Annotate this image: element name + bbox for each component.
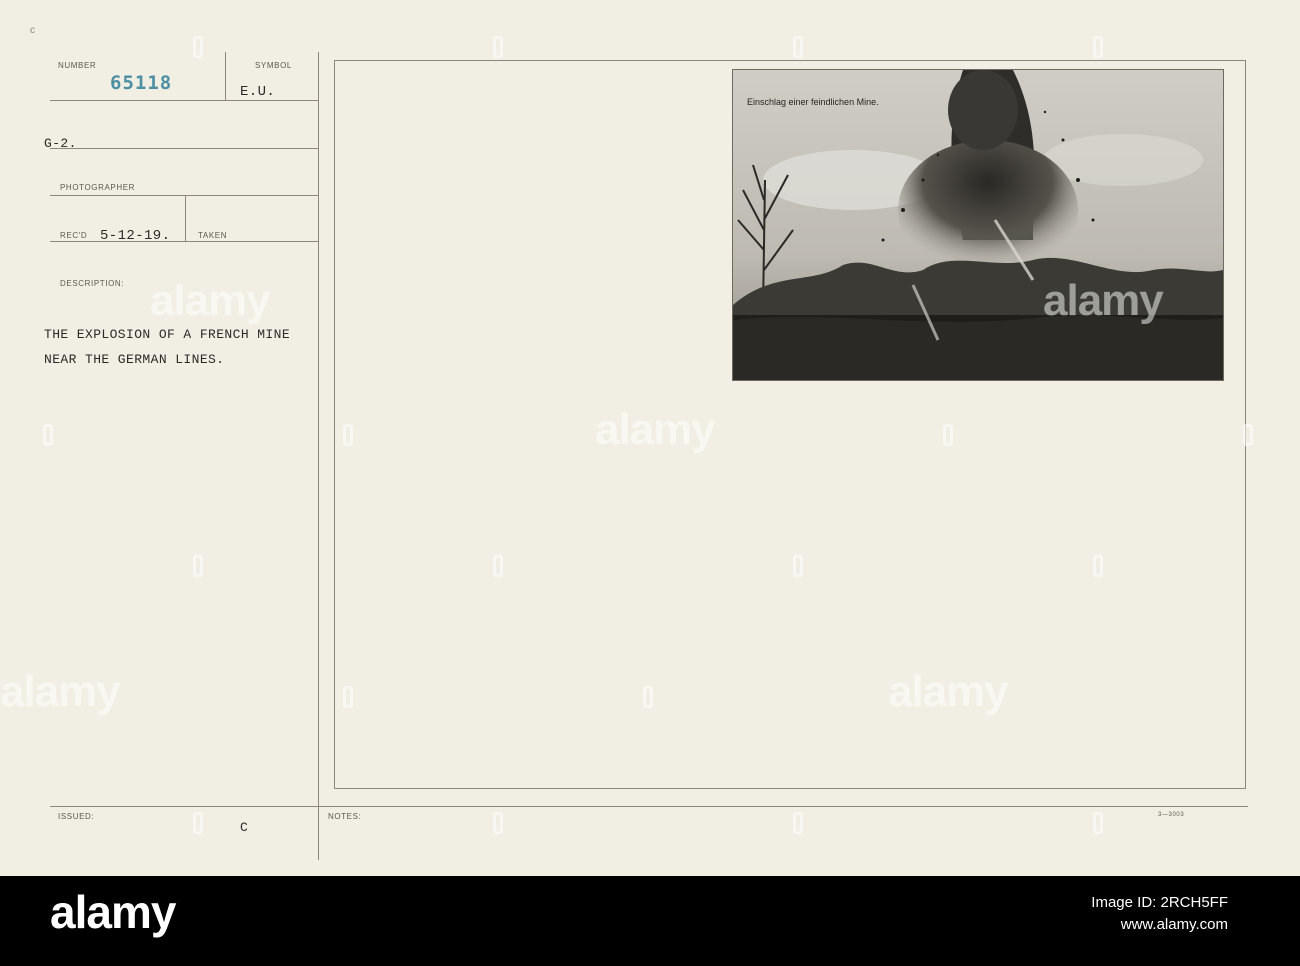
watermark-mark (1093, 555, 1103, 577)
divider (225, 52, 226, 100)
description-line-2: NEAR THE GERMAN LINES. (44, 352, 225, 367)
rule (50, 195, 318, 196)
watermark-mark (193, 36, 203, 58)
watermark-mark (1093, 36, 1103, 58)
issued-label: ISSUED: (58, 812, 95, 821)
watermark-text: alamy (150, 276, 271, 325)
watermark-mark (193, 812, 203, 834)
number-value: 65118 (110, 72, 173, 94)
watermark-mark (343, 686, 353, 708)
watermark-mark (643, 686, 653, 708)
rule (50, 100, 318, 101)
footer-logo[interactable]: alamy (50, 885, 176, 939)
recd-label: REC'D (60, 231, 88, 240)
symbol-label: SYMBOL (255, 61, 292, 70)
notes-label: NOTES: (328, 812, 362, 821)
watermark-mark (193, 555, 203, 577)
watermark-text: alamy (1043, 276, 1164, 325)
image-id: Image ID: 2RCH5FF (1091, 894, 1228, 911)
rule (50, 148, 318, 149)
watermark-mark (1093, 812, 1103, 834)
corner-mark: c (30, 25, 36, 36)
archive-card: c NUMBER 65118 SYMBOL E.U. G-2. PHOTOGRA… (0, 0, 1300, 876)
issued-mark: C (240, 820, 249, 835)
symbol-value: E.U. (240, 84, 276, 100)
watermark-mark (793, 555, 803, 577)
photo-caption: Einschlag einer feindlichen Mine. (747, 97, 879, 107)
watermark-mark (943, 424, 953, 446)
explosion-photo-graphic (733, 70, 1223, 380)
watermark-text: alamy (595, 405, 716, 454)
form-number: 3—3003 (1158, 812, 1185, 818)
column-divider (318, 52, 319, 860)
watermark-mark (43, 424, 53, 446)
watermark-mark (343, 424, 353, 446)
bottom-rule (50, 806, 1248, 807)
war-photograph: Einschlag einer feindlichen Mine. (733, 70, 1223, 380)
watermark-mark (493, 812, 503, 834)
watermark-mark (793, 812, 803, 834)
watermark-text: alamy (0, 667, 121, 716)
taken-label: TAKEN (198, 231, 228, 240)
number-label: NUMBER (58, 61, 97, 70)
description-line-1: THE EXPLOSION OF A FRENCH MINE (44, 327, 291, 342)
site-url[interactable]: www.alamy.com (1091, 914, 1228, 936)
divider (185, 196, 186, 242)
watermark-mark (1243, 424, 1253, 446)
photographer-label: PHOTOGRAPHER (60, 183, 136, 192)
description-label: DESCRIPTION: (60, 279, 125, 288)
footer-image-info: Image ID: 2RCH5FF www.alamy.com (1091, 892, 1228, 936)
watermark-mark (493, 36, 503, 58)
watermark-mark (793, 36, 803, 58)
rule (50, 241, 318, 242)
watermark-mark (493, 555, 503, 577)
watermark-text: alamy (888, 667, 1009, 716)
